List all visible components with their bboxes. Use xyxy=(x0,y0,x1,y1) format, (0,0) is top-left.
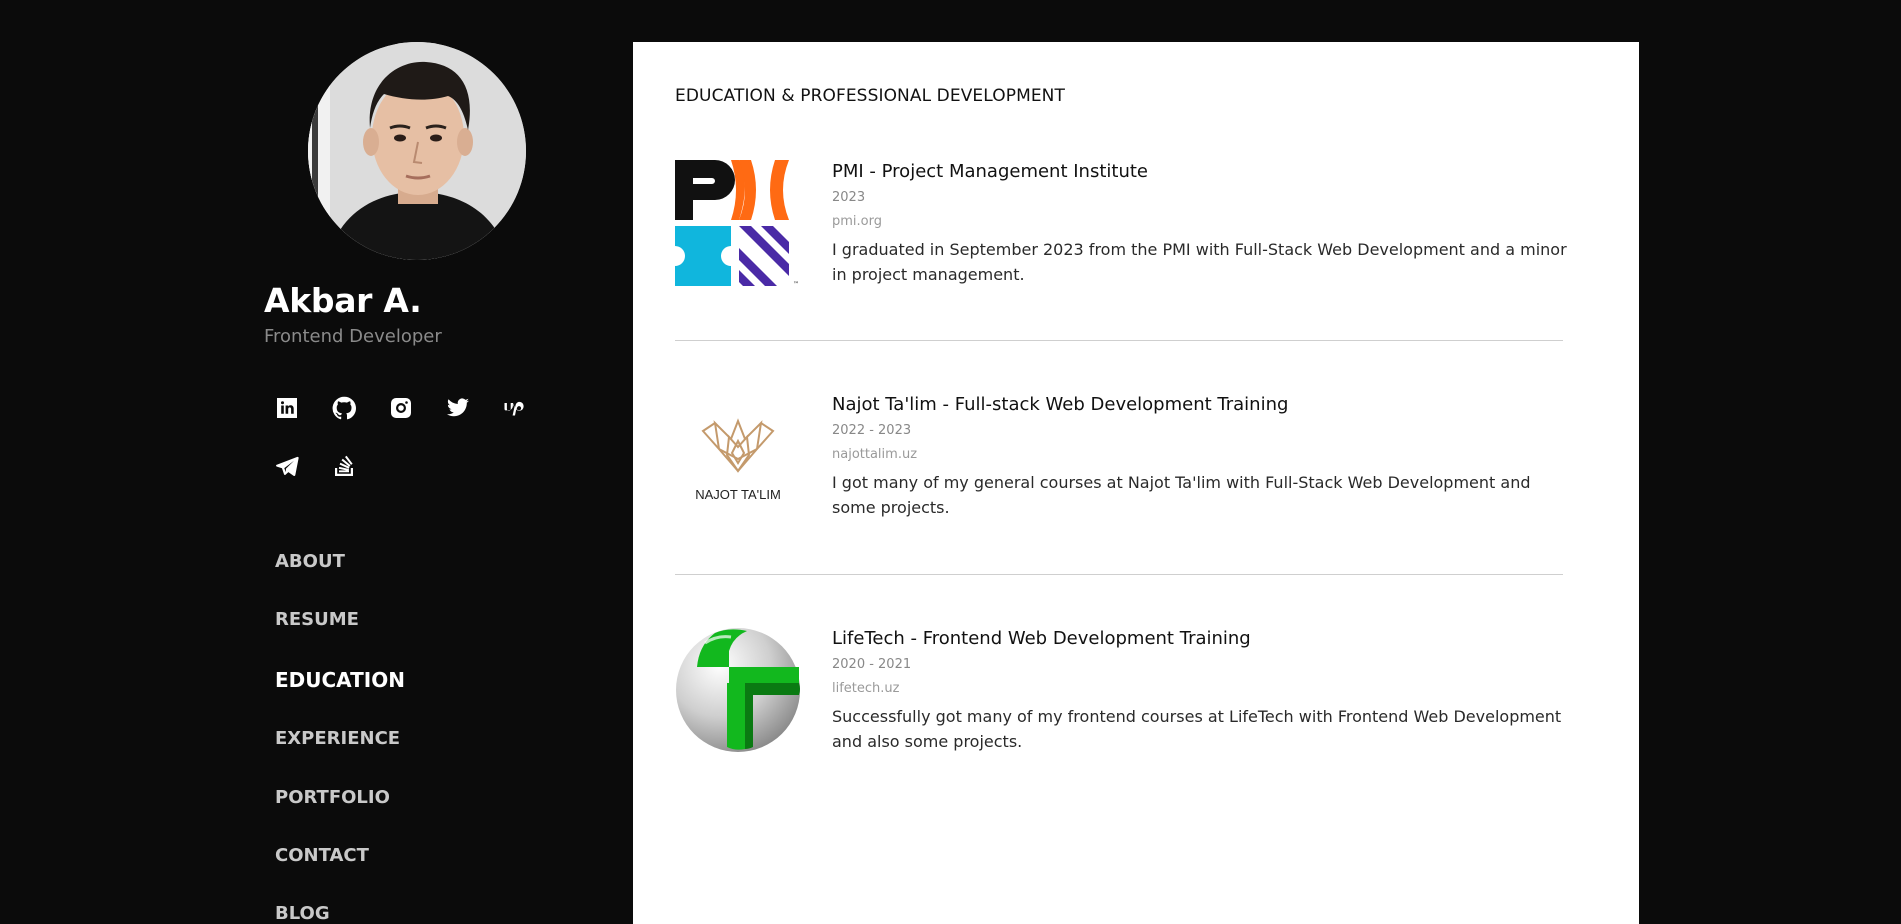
najot-talim-logo: NAJOT TA'LIM xyxy=(695,418,781,502)
nav-experience[interactable]: EXPERIENCE xyxy=(275,728,400,749)
nav-resume[interactable]: RESUME xyxy=(275,609,359,630)
entry-body: PMI - Project Management Institute 2023 … xyxy=(832,160,1567,287)
education-entry: NAJOT TA'LIM Najot Ta'lim - Full-stack W… xyxy=(675,393,1565,533)
education-entry: ™ PMI - Project Management Institute 202… xyxy=(675,160,1567,300)
stackoverflow-link[interactable] xyxy=(327,449,361,483)
sidebar: Akbar A. Frontend Developer ABOUT RESUME… xyxy=(0,0,633,924)
entry-years: 2020 - 2021 xyxy=(832,657,912,672)
entry-description: I got many of my general courses at Najo… xyxy=(832,473,1531,517)
entry-years: 2022 - 2023 xyxy=(832,423,912,438)
svg-text:™: ™ xyxy=(793,281,799,286)
entry-description: I graduated in September 2023 from the P… xyxy=(832,240,1567,284)
instagram-link[interactable] xyxy=(384,391,418,425)
entry-description: Successfully got many of my frontend cou… xyxy=(832,707,1562,751)
nav-blog[interactable]: BLOG xyxy=(275,903,330,924)
entry-title: PMI - Project Management Institute xyxy=(832,161,1148,182)
upwork-icon xyxy=(504,401,524,416)
lifetech-logo xyxy=(676,628,800,752)
entry-website-link[interactable]: najottalim.uz xyxy=(832,445,1567,465)
linkedin-link[interactable] xyxy=(270,391,304,425)
linkedin-icon xyxy=(277,398,297,418)
nav-about[interactable]: ABOUT xyxy=(275,551,345,572)
pmi-logo: ™ xyxy=(675,160,799,286)
github-link[interactable] xyxy=(327,391,361,425)
telegram-link[interactable] xyxy=(270,449,304,483)
entry-body: LifeTech - Frontend Web Development Trai… xyxy=(832,627,1567,754)
divider xyxy=(675,574,1563,575)
entry-title: Najot Ta'lim - Full-stack Web Developmen… xyxy=(832,394,1289,415)
najot-logo-text: NAJOT TA'LIM xyxy=(695,487,781,502)
divider xyxy=(675,340,1563,341)
twitter-icon xyxy=(447,398,469,417)
section-title: EDUCATION & PROFESSIONAL DEVELOPMENT xyxy=(675,86,1065,106)
nav-education[interactable]: EDUCATION xyxy=(275,668,405,692)
stackoverflow-icon xyxy=(335,455,353,476)
entry-website-link[interactable]: lifetech.uz xyxy=(832,679,1567,699)
twitter-link[interactable] xyxy=(441,391,475,425)
profile-role: Frontend Developer xyxy=(264,326,442,347)
entry-website-link[interactable]: pmi.org xyxy=(832,212,1567,232)
github-icon xyxy=(332,396,356,420)
avatar xyxy=(308,42,526,260)
nav-portfolio[interactable]: PORTFOLIO xyxy=(275,787,390,808)
telegram-icon xyxy=(276,456,299,477)
profile-name: Akbar A. xyxy=(264,281,422,320)
instagram-icon xyxy=(391,398,411,418)
entry-years: 2023 xyxy=(832,190,866,205)
entry-body: Najot Ta'lim - Full-stack Web Developmen… xyxy=(832,393,1567,520)
content-card: EDUCATION & PROFESSIONAL DEVELOPMENT ™ P… xyxy=(633,42,1639,924)
nav-contact[interactable]: CONTACT xyxy=(275,845,369,866)
entry-title: LifeTech - Frontend Web Development Trai… xyxy=(832,628,1251,649)
upwork-link[interactable] xyxy=(498,391,532,425)
education-entry: LifeTech - Frontend Web Development Trai… xyxy=(675,627,1565,767)
profile-photo xyxy=(308,42,526,260)
